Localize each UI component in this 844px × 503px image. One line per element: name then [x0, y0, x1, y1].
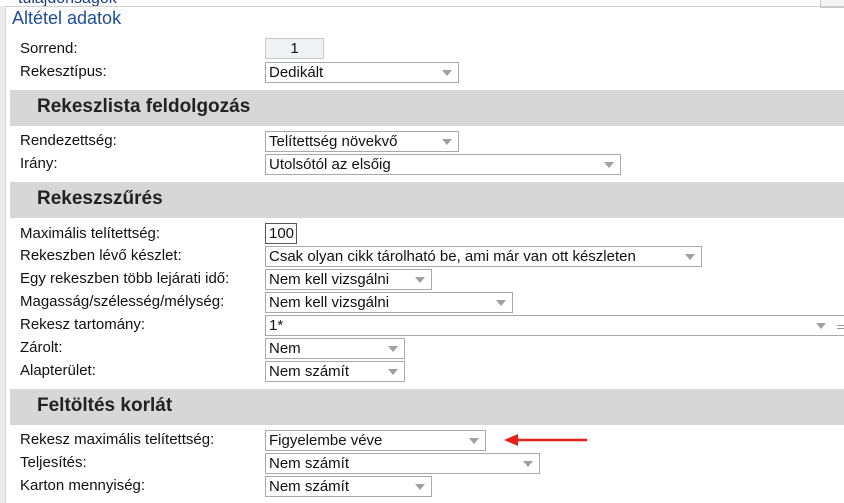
- alapterulet-value: Nem számít: [269, 363, 350, 380]
- chevron-down-icon: [442, 70, 452, 76]
- section-feltoltes: Feltöltés korlát: [10, 389, 844, 425]
- alapterulet-select[interactable]: Nem számít: [265, 361, 405, 382]
- rendezettseg-label: Rendezettség:: [20, 132, 117, 149]
- meret-label: Magasság/szélesség/mélység:: [20, 293, 225, 310]
- chevron-down-icon: [388, 369, 398, 375]
- tartomany-label: Rekesz tartomány:: [20, 316, 146, 333]
- chevron-down-icon: [685, 254, 695, 260]
- rekesz-max-select[interactable]: Figyelembe véve: [265, 430, 486, 451]
- keszlet-select[interactable]: Csak olyan cikk tárolható be, ami már va…: [265, 246, 702, 267]
- chevron-down-icon: [496, 300, 506, 306]
- teljesites-label: Teljesítés:: [20, 454, 87, 471]
- zarolt-value: Nem: [269, 340, 301, 357]
- tartomany-select[interactable]: 1*: [265, 315, 844, 336]
- meret-value: Nem kell vizsgálni: [269, 294, 390, 311]
- window-title: Altétel adatok: [12, 8, 122, 28]
- karton-label: Karton mennyiség:: [20, 477, 146, 494]
- section-title-feltoltes: Feltöltés korlát: [37, 395, 173, 416]
- rendezettseg-select[interactable]: Telítettség növekvő: [265, 131, 459, 152]
- karton-value: Nem számít: [269, 478, 350, 495]
- rekesz-max-label: Rekesz maximális telítettség:: [20, 431, 215, 448]
- teljesites-select[interactable]: Nem számít: [265, 453, 540, 474]
- irany-label: Irány:: [20, 155, 58, 172]
- keszlet-label: Rekeszben lévő készlet:: [20, 247, 182, 264]
- rekesz-max-value: Figyelembe véve: [269, 432, 383, 449]
- rendezettseg-value: Telítettség növekvő: [269, 133, 398, 150]
- tartomany-value: 1*: [269, 317, 284, 334]
- irany-value: Utolsótól az elsőig: [269, 156, 391, 173]
- lejarati-ido-select[interactable]: Nem kell vizsgálni: [265, 269, 432, 290]
- zarolt-select[interactable]: Nem: [265, 338, 405, 359]
- section-title-rekeszlista: Rekeszlista feldolgozás: [37, 96, 251, 117]
- chevron-down-icon: [469, 438, 479, 444]
- irany-select[interactable]: Utolsótól az elsőig: [265, 154, 621, 175]
- keszlet-value: Csak olyan cikk tárolható be, ami már va…: [269, 248, 636, 265]
- drag-handle-icon[interactable]: [837, 325, 844, 326]
- frame-left-border: [0, 6, 6, 503]
- chevron-down-icon: [415, 277, 425, 283]
- frame-top-border: [0, 6, 844, 7]
- karton-select[interactable]: Nem számít: [265, 476, 432, 497]
- sorrend-input[interactable]: 1: [265, 38, 324, 59]
- section-rekeszlista: Rekeszlista feldolgozás: [10, 90, 844, 126]
- chevron-down-icon: [604, 162, 614, 168]
- chevron-down-icon: [442, 139, 452, 145]
- lejarati-ido-value: Nem kell vizsgálni: [269, 271, 390, 288]
- rekesztipus-label: Rekesztípus:: [20, 63, 107, 80]
- chevron-down-icon: [816, 323, 826, 329]
- section-rekeszszures: Rekeszszűrés: [10, 182, 844, 218]
- rekesztipus-value: Dedikált: [269, 64, 324, 81]
- section-title-rekeszszures: Rekeszszűrés: [37, 188, 163, 209]
- max-telitettseg-label: Maximális telítettség:: [20, 225, 161, 242]
- red-arrow-annotation-icon: [504, 434, 587, 446]
- chevron-down-icon: [415, 484, 425, 490]
- lejarati-ido-label: Egy rekeszben több lejárati idő:: [20, 270, 230, 287]
- sorrend-label: Sorrend:: [20, 40, 78, 57]
- chevron-down-icon: [523, 461, 533, 467]
- arrow-head: [504, 434, 518, 446]
- meret-select[interactable]: Nem kell vizsgálni: [265, 292, 513, 313]
- teljesites-value: Nem számít: [269, 455, 350, 472]
- max-telitettseg-input[interactable]: 100: [265, 223, 297, 244]
- rekesztipus-select[interactable]: Dedikált: [265, 62, 459, 83]
- chevron-down-icon: [388, 346, 398, 352]
- zarolt-label: Zárolt:: [20, 339, 63, 356]
- alapterulet-label: Alapterület:: [20, 362, 96, 379]
